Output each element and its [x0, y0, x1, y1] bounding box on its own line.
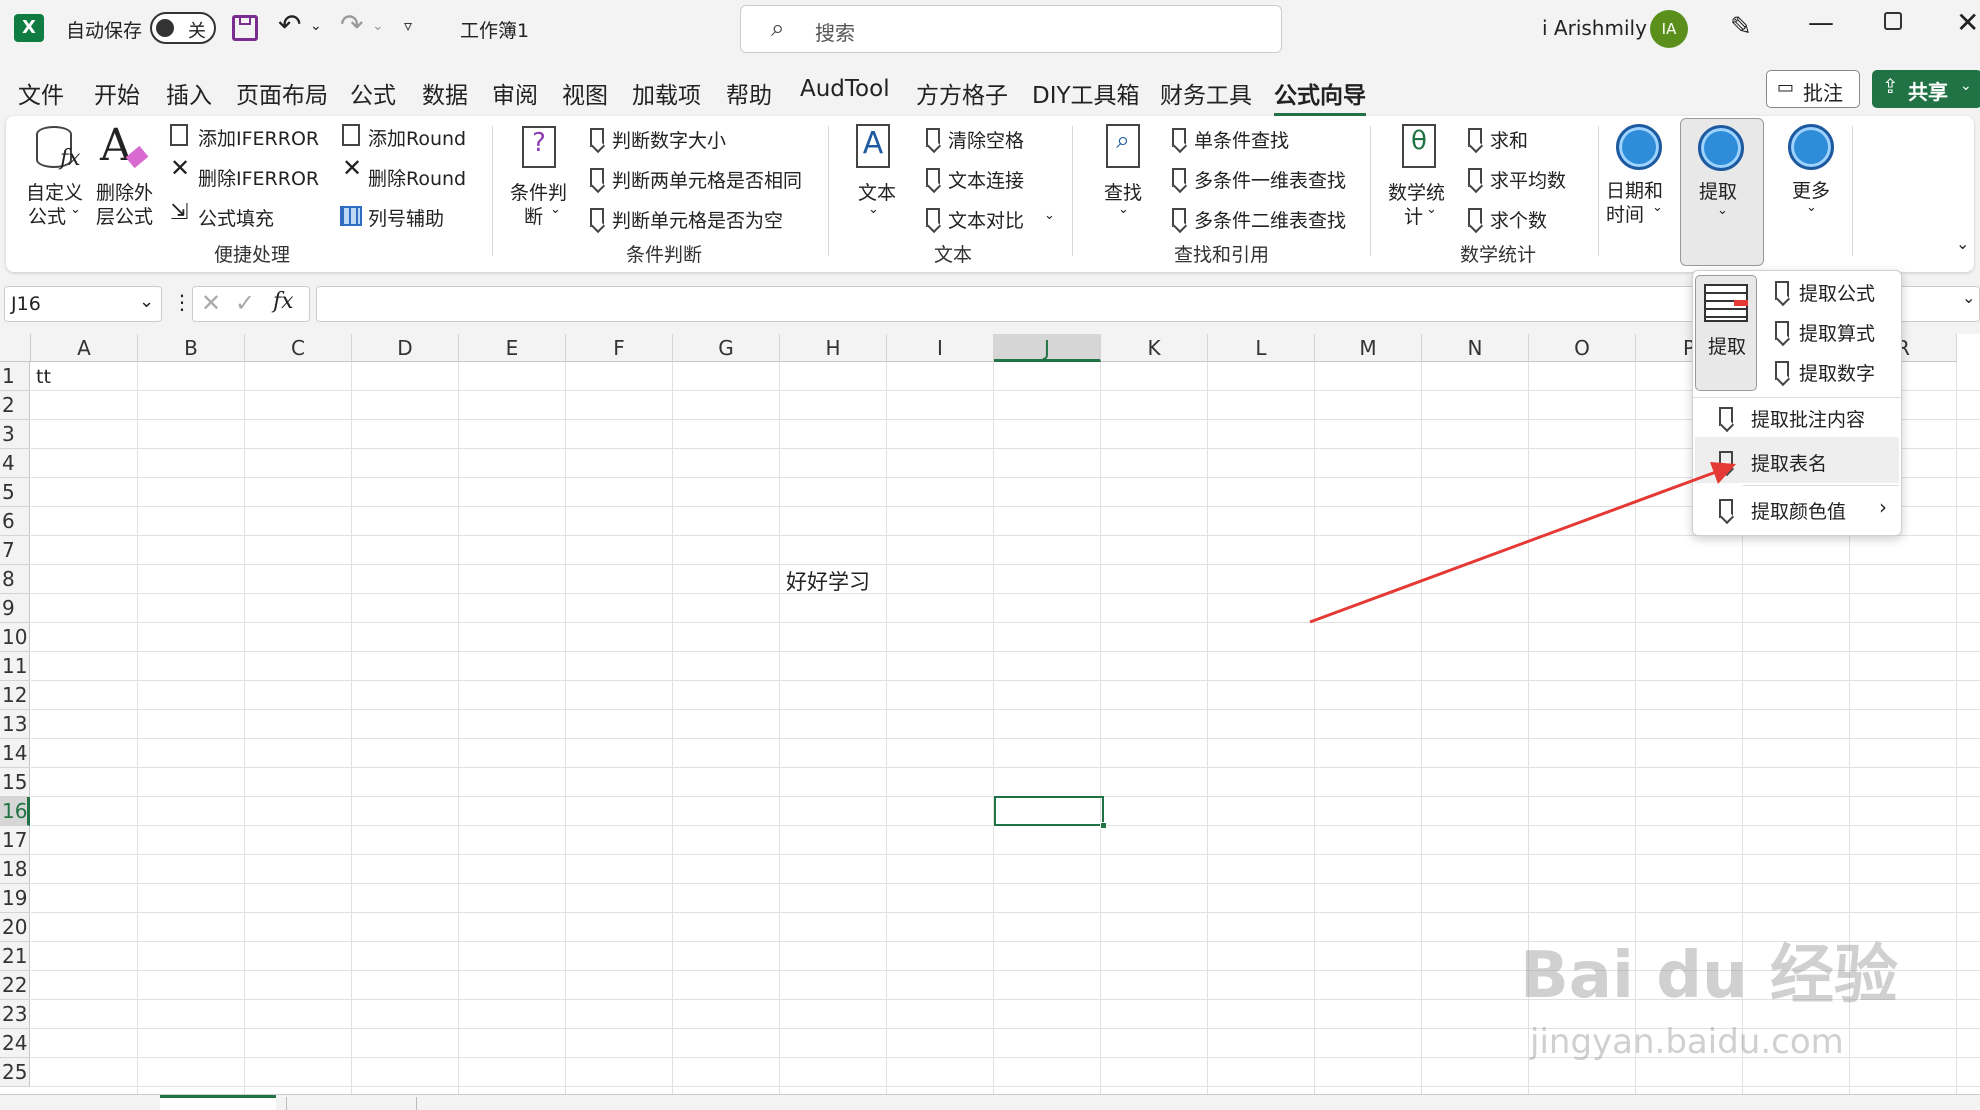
annotation-arrow: [1309, 462, 1736, 624]
